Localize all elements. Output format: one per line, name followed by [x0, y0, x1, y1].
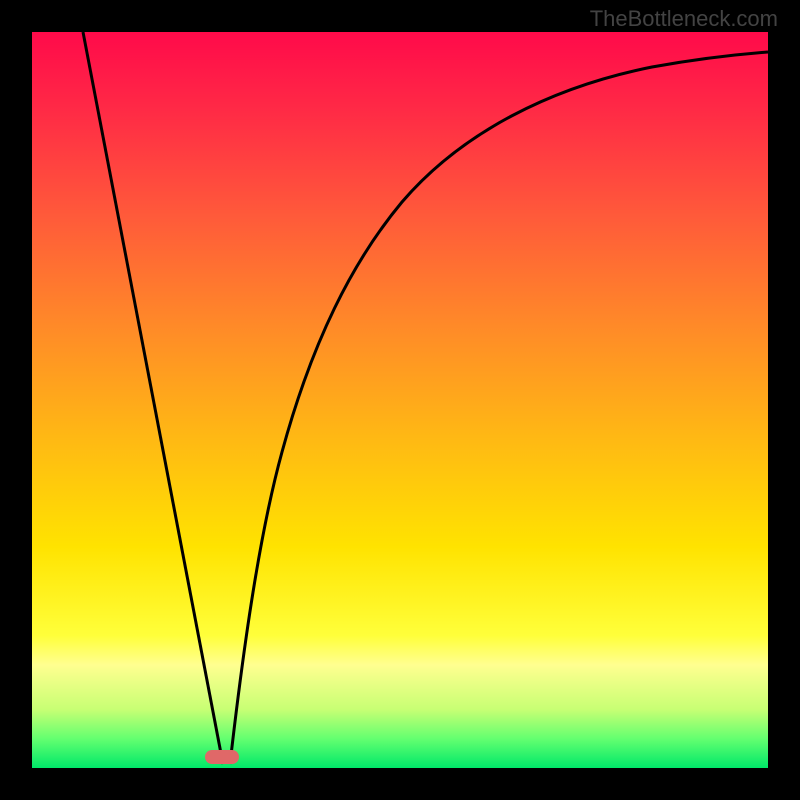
chart-frame: TheBottleneck.com	[0, 0, 800, 800]
optimal-marker	[205, 750, 239, 764]
curve-left-branch	[83, 32, 223, 764]
watermark-text: TheBottleneck.com	[590, 6, 778, 32]
curve-right-branch	[230, 52, 768, 764]
bottleneck-curve	[32, 32, 768, 768]
plot-area	[32, 32, 768, 768]
